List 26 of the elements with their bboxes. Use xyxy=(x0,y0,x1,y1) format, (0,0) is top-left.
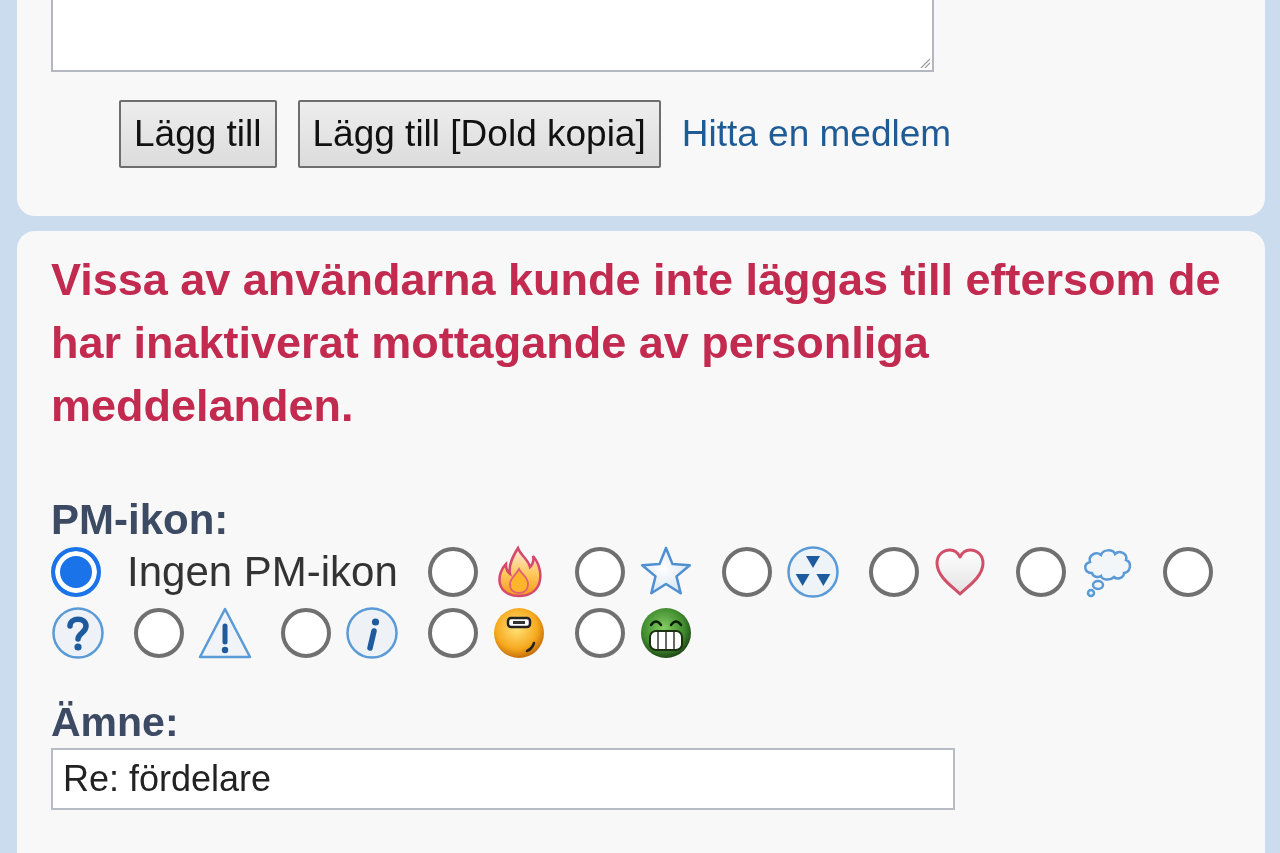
find-member-link[interactable]: Hitta en medlem xyxy=(681,113,952,155)
pm-icon-label: PM-ikon: xyxy=(51,498,229,542)
radio-button[interactable] xyxy=(721,547,772,597)
face-icon xyxy=(492,606,546,660)
question-icon xyxy=(51,606,105,660)
radio-button[interactable] xyxy=(281,608,331,658)
add-button[interactable]: Lägg till xyxy=(119,100,277,168)
error-message: Vissa av användarna kunde inte läggas till eftersom de har inaktiverat mottagande av personliga meddelanden. xyxy=(51,253,1222,433)
radio-button[interactable] xyxy=(868,547,919,597)
radiation-icon xyxy=(785,545,840,599)
subject-label: Ämne: xyxy=(51,700,179,744)
grin-face-icon xyxy=(639,606,693,660)
radio-button[interactable] xyxy=(574,547,625,597)
radio-button[interactable] xyxy=(1162,547,1213,597)
radio-button[interactable] xyxy=(51,547,101,597)
warning-icon xyxy=(198,606,252,660)
subject-field[interactable]: Re: fördelare xyxy=(51,748,955,810)
resize-grip-icon[interactable] xyxy=(920,58,930,68)
radio-button[interactable] xyxy=(427,547,478,597)
info-icon xyxy=(345,606,399,660)
add-button[interactable]: Lägg till [Dold kopia] xyxy=(297,100,661,168)
option-label: Ingen PM-ikon xyxy=(127,547,398,597)
radio-button[interactable] xyxy=(1015,547,1066,597)
radio-button[interactable] xyxy=(575,608,625,658)
radio-button[interactable] xyxy=(428,608,478,658)
radio-button[interactable] xyxy=(134,608,184,658)
